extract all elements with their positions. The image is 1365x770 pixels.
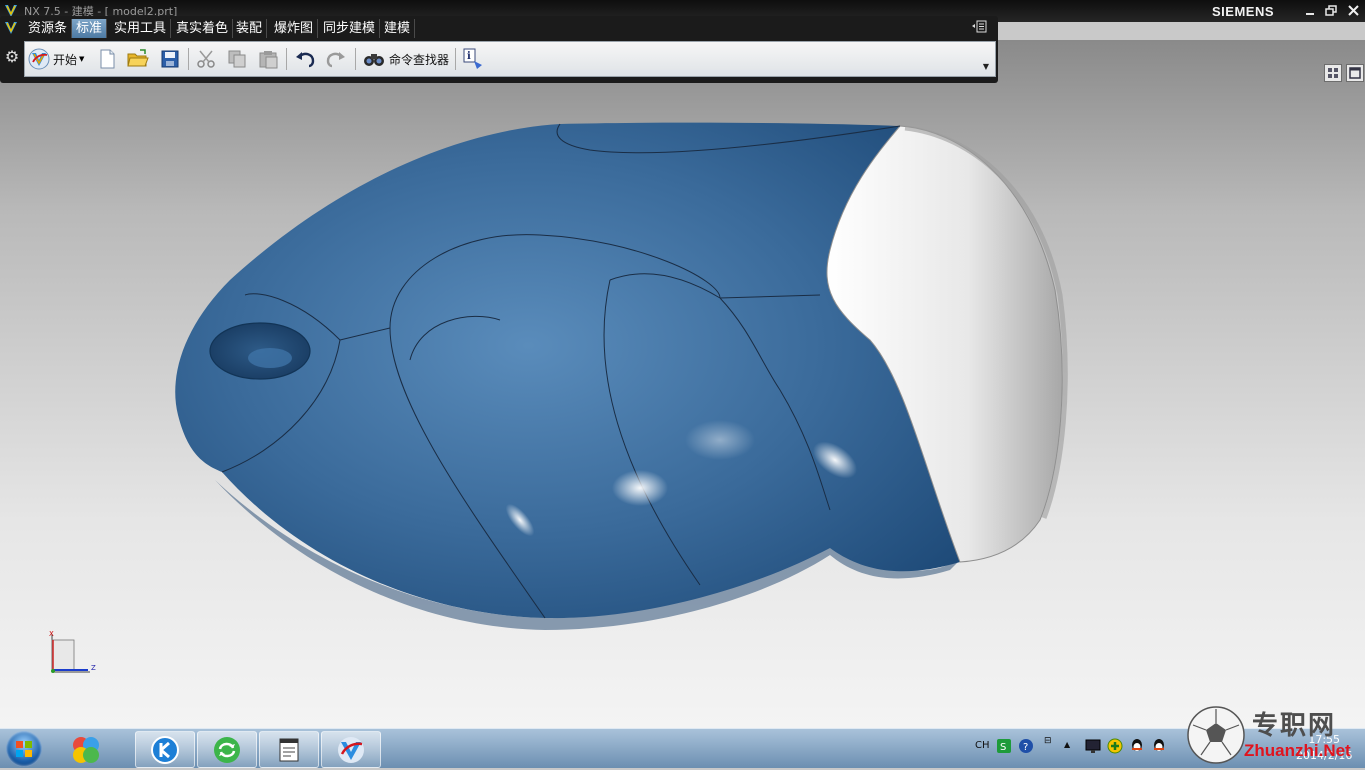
windows-start-button[interactable] bbox=[6, 731, 42, 767]
ribbon-menu-button[interactable] bbox=[968, 20, 990, 36]
svg-text:i: i bbox=[467, 51, 471, 62]
tab-utilities[interactable]: 实用工具 bbox=[110, 19, 172, 38]
save-button[interactable] bbox=[159, 47, 181, 71]
close-icon bbox=[1348, 5, 1359, 16]
triad-z-label: Z bbox=[91, 664, 96, 672]
document-icon bbox=[279, 738, 299, 762]
new-file-button[interactable] bbox=[96, 47, 118, 71]
taskbar-app-launcher[interactable] bbox=[56, 731, 114, 766]
tab-modeling[interactable]: 建模 bbox=[380, 19, 416, 38]
k-app-icon bbox=[151, 736, 179, 764]
watermark-english: Zhuanzhi.Net bbox=[1244, 741, 1351, 760]
watermark-chinese: 专职网 bbox=[1252, 711, 1337, 741]
input-method-icon[interactable]: S bbox=[996, 738, 1012, 757]
qq-icon[interactable] bbox=[1151, 738, 1167, 757]
monitor-icon[interactable] bbox=[1085, 738, 1101, 757]
siemens-brand: SIEMENS bbox=[1212, 4, 1275, 19]
start-label: 开始 bbox=[53, 52, 78, 67]
minimize-icon bbox=[1306, 13, 1314, 15]
binoculars-icon bbox=[364, 54, 384, 66]
chevron-down-icon: ▼ bbox=[79, 55, 85, 63]
paste-icon bbox=[259, 51, 278, 69]
ime-toolbar-icon[interactable]: ⊟ bbox=[1044, 736, 1052, 746]
tab-exploded-view[interactable]: 爆炸图 bbox=[270, 19, 319, 38]
tab-synchronous-modeling[interactable]: 同步建模 bbox=[319, 19, 381, 38]
command-finder-button[interactable]: 命令查找器 bbox=[362, 47, 449, 71]
triad-x-label: X bbox=[49, 630, 54, 638]
windows-logo-icon bbox=[16, 741, 32, 757]
language-indicator[interactable]: CH bbox=[975, 740, 990, 751]
tab-true-shading[interactable]: 真实着色 bbox=[172, 19, 234, 38]
restore-icon bbox=[1325, 5, 1337, 16]
taskbar-notepad[interactable] bbox=[259, 731, 319, 768]
ribbon-tabs: 资源条 标准 实用工具 真实着色 装配 爆炸图 同步建模 建模 bbox=[0, 16, 998, 41]
close-button[interactable] bbox=[1344, 2, 1363, 20]
ribbon-panel: 资源条 标准 实用工具 真实着色 装配 爆炸图 同步建模 建模 ⚙ 开始 ▼ 命… bbox=[0, 16, 998, 83]
redo-icon bbox=[326, 52, 345, 68]
coordinate-triad: X Z bbox=[40, 630, 110, 683]
toolbar-separator bbox=[455, 48, 456, 70]
menu-icon bbox=[972, 20, 987, 33]
refresh-icon bbox=[214, 737, 240, 763]
undo-icon bbox=[296, 52, 315, 68]
info-icon: i bbox=[463, 48, 482, 69]
toolbar-separator bbox=[188, 48, 189, 70]
nx-app-icon bbox=[338, 737, 364, 763]
gear-icon[interactable]: ⚙ bbox=[2, 47, 22, 67]
tab-resource-bar[interactable]: 资源条 bbox=[24, 19, 73, 38]
start-button[interactable]: 开始 ▼ bbox=[28, 47, 84, 71]
plus-shield-icon[interactable] bbox=[1107, 738, 1123, 757]
redo-button[interactable] bbox=[324, 47, 348, 71]
colorful-app-icon bbox=[73, 737, 99, 763]
paste-button[interactable] bbox=[257, 47, 279, 71]
cut-icon bbox=[197, 50, 215, 68]
chevron-up-icon[interactable]: ▲ bbox=[1064, 740, 1070, 749]
svg-text:S: S bbox=[1000, 742, 1006, 753]
open-button[interactable] bbox=[126, 47, 150, 71]
copy-icon bbox=[228, 50, 246, 68]
taskbar-kugou[interactable] bbox=[135, 731, 195, 768]
soccer-ball-logo-icon bbox=[1187, 706, 1245, 764]
toolbar-separator bbox=[355, 48, 356, 70]
command-finder-label: 命令查找器 bbox=[389, 52, 450, 67]
undo-button[interactable] bbox=[293, 47, 317, 71]
new-file-icon bbox=[100, 49, 115, 69]
cut-button[interactable] bbox=[195, 47, 217, 71]
taskbar-nx[interactable] bbox=[321, 731, 381, 768]
copy-button[interactable] bbox=[226, 47, 248, 71]
start-icon bbox=[28, 48, 50, 70]
save-icon bbox=[161, 50, 179, 68]
restore-button[interactable] bbox=[1322, 2, 1341, 20]
taskbar: CH S ? ⊟ ▲ 17:55 2014/2/16 bbox=[0, 728, 1365, 768]
3d-model[interactable] bbox=[0, 40, 1365, 728]
graphics-window[interactable]: X Z bbox=[0, 40, 1365, 728]
svg-text:?: ? bbox=[1023, 742, 1028, 753]
watermark: 专职网 Zhuanzhi.Net bbox=[1186, 703, 1365, 767]
open-folder-icon bbox=[127, 49, 149, 67]
qq-icon[interactable] bbox=[1129, 738, 1145, 757]
toolbar-overflow-icon[interactable]: ▼ bbox=[983, 62, 989, 71]
standard-toolbar: 开始 ▼ 命令查找器 i ▼ bbox=[24, 41, 996, 77]
ribbon-logo-icon bbox=[3, 20, 19, 39]
help-icon[interactable]: ? bbox=[1018, 738, 1034, 757]
taskbar-refresh-app[interactable] bbox=[197, 731, 257, 768]
minimize-button[interactable] bbox=[1301, 2, 1320, 20]
toolbar-separator bbox=[286, 48, 287, 70]
info-button[interactable]: i bbox=[462, 47, 486, 71]
tab-assemblies[interactable]: 装配 bbox=[232, 19, 268, 38]
tab-standard[interactable]: 标准 bbox=[72, 19, 108, 38]
